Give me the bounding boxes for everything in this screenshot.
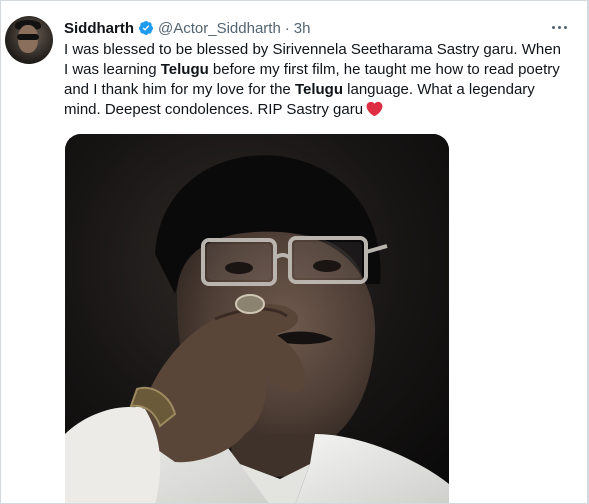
author-handle[interactable]: @Actor_Siddharth [158, 20, 281, 37]
more-dot [557, 25, 561, 29]
tweet-photo[interactable] [65, 134, 449, 503]
portrait-photo [65, 134, 449, 503]
tweet-card[interactable]: Siddharth @Actor_Siddharth · 3h I was bl… [0, 0, 589, 504]
hashtag-telugu: Telugu [160, 61, 209, 78]
avatar[interactable] [5, 16, 53, 64]
verified-badge-icon [139, 21, 153, 35]
tweet-text: I was blessed to be blessed by Sirivenne… [64, 40, 569, 120]
more-options-icon[interactable] [547, 18, 571, 36]
red-heart-icon [366, 101, 383, 117]
separator-dot: · [284, 19, 290, 37]
author-name[interactable]: Siddharth [64, 20, 134, 37]
more-dot [563, 25, 567, 29]
tweet-timestamp[interactable]: 3h [294, 20, 311, 37]
avatar-sunglasses [17, 34, 39, 40]
more-dot [551, 25, 555, 29]
tweet-header: Siddharth @Actor_Siddharth · 3h [64, 18, 310, 38]
hashtag-telugu: Telugu [294, 81, 343, 98]
